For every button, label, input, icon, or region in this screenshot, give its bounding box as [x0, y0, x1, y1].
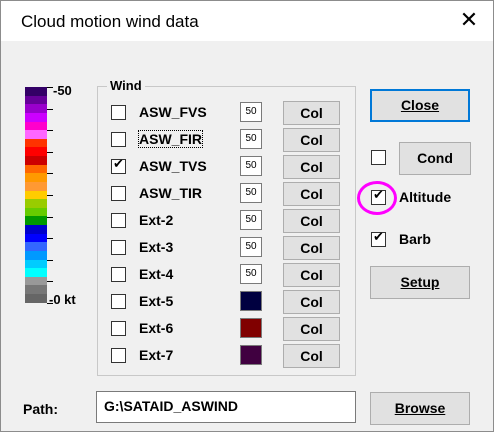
wind-row-checkbox[interactable] [111, 267, 126, 282]
title-bar: Cloud motion wind data ✕ [1, 1, 493, 41]
wind-row: Ext-6 Col [1, 317, 494, 341]
wind-row-col-button[interactable]: Col [283, 236, 340, 260]
wind-row-value-field[interactable]: 50 [240, 183, 262, 203]
wind-row-col-button[interactable]: Col [283, 290, 340, 314]
wind-group-label: Wind [107, 78, 145, 93]
wind-row-col-button[interactable]: Col [283, 155, 340, 179]
wind-row-value-field[interactable]: 50 [240, 129, 262, 149]
wind-row-checkbox[interactable] [111, 157, 126, 174]
wind-row-col-button[interactable]: Col [283, 317, 340, 341]
wind-row-label: Ext-6 [139, 320, 174, 336]
wind-row-checkbox[interactable] [111, 186, 126, 201]
wind-row: Ext-2 50 Col [1, 209, 494, 233]
window-title: Cloud motion wind data [21, 12, 199, 31]
wind-row-value-field[interactable]: 50 [240, 156, 262, 176]
browse-button-label: Browse [394, 400, 446, 416]
barb-label: Barb [399, 231, 431, 247]
wind-row-label: Ext-7 [139, 347, 174, 363]
wind-row-checkbox[interactable] [111, 294, 126, 309]
wind-row-col-button[interactable]: Col [283, 182, 340, 206]
barb-checkbox[interactable] [371, 230, 386, 247]
wind-row-label: ASW_FVS [139, 104, 207, 120]
path-input[interactable]: G:\SATAID_ASWIND [96, 391, 356, 423]
wind-row-col-button[interactable]: Col [283, 263, 340, 287]
wind-row-label: Ext-4 [139, 266, 174, 282]
browse-button[interactable]: Browse [370, 392, 470, 425]
wind-row: Ext-7 Col [1, 344, 494, 368]
wind-row-label: Ext-5 [139, 293, 174, 309]
altitude-label: Altitude [399, 189, 452, 205]
wind-row-value-field[interactable]: 50 [240, 264, 262, 284]
highlight-circle [357, 181, 397, 215]
wind-row-checkbox[interactable] [111, 321, 126, 336]
close-button-label: Close [400, 97, 440, 113]
wind-row-col-button[interactable]: Col [283, 101, 340, 125]
wind-row-value-field[interactable]: 50 [240, 102, 262, 122]
setup-button[interactable]: Setup [370, 266, 470, 299]
setup-button-label: Setup [400, 274, 440, 290]
path-label: Path: [23, 401, 58, 417]
cond-button[interactable]: Cond [399, 142, 471, 175]
close-button[interactable]: Close [370, 89, 470, 122]
wind-row-value-field[interactable]: 50 [240, 237, 262, 257]
close-icon[interactable]: ✕ [457, 9, 481, 33]
wind-row-checkbox[interactable] [111, 240, 126, 255]
wind-row-col-button[interactable]: Col [283, 128, 340, 152]
wind-row-label: ASW_TVS [139, 158, 207, 174]
color-scale-tick [47, 259, 53, 261]
wind-row-checkbox[interactable] [111, 213, 126, 228]
wind-row-label: Ext-3 [139, 239, 174, 255]
wind-row-checkbox[interactable] [111, 132, 126, 147]
wind-row-checkbox[interactable] [111, 348, 126, 363]
wind-row-label: ASW_TIR [139, 185, 202, 201]
color-scale-tick [47, 151, 53, 153]
dialog-window: Cloud motion wind data ✕ -50 -0 kt Wind … [0, 0, 494, 432]
cond-checkbox[interactable] [371, 150, 386, 165]
wind-row-label: Ext-2 [139, 212, 174, 228]
wind-row-value-field[interactable]: 50 [240, 210, 262, 230]
wind-row-color-swatch [240, 291, 262, 311]
wind-row-col-button[interactable]: Col [283, 344, 340, 368]
color-scale-band [25, 87, 47, 96]
wind-row-color-swatch [240, 318, 262, 338]
scale-max-label: -50 [53, 83, 72, 98]
wind-row-label: ASW_FIR [138, 130, 203, 148]
wind-row-checkbox[interactable] [111, 105, 126, 120]
wind-row-color-swatch [240, 345, 262, 365]
cond-button-label: Cond [417, 150, 453, 166]
wind-row-col-button[interactable]: Col [283, 209, 340, 233]
